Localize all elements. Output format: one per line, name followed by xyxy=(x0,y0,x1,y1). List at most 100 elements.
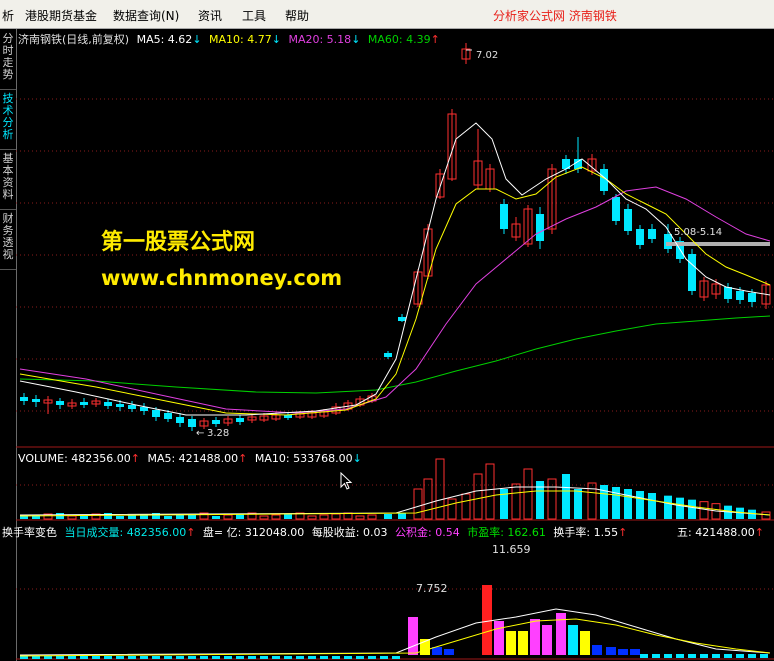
low-arrow-icon: ← xyxy=(196,428,205,439)
volume-bar xyxy=(212,516,220,519)
turnover-bar xyxy=(494,621,504,655)
candle-body xyxy=(636,229,644,245)
candle-body xyxy=(128,405,136,409)
volume-bar xyxy=(485,463,495,520)
turnover-bar xyxy=(344,656,352,659)
volume-bar xyxy=(259,515,269,520)
watermark-url: www.chnmoney.com xyxy=(101,266,343,290)
turnover-bar xyxy=(408,617,418,655)
turnover-bar xyxy=(44,656,52,659)
candle-body xyxy=(176,417,184,423)
turnover-bar xyxy=(688,654,696,658)
tab-technical-analysis[interactable]: 技术分析 xyxy=(0,93,16,150)
ma10-line xyxy=(19,166,771,416)
turnover-bar xyxy=(748,654,756,658)
indicator-info: 换手率变色 当日成交量: 482356.00↑ 盘= 亿: 312048.00 … xyxy=(2,524,631,540)
turnover-bar xyxy=(506,631,516,655)
volume-ma10-line xyxy=(19,490,771,517)
ma20-label: MA20: 5.18↓ xyxy=(288,33,361,46)
candle-body xyxy=(688,254,696,291)
turnover-bar xyxy=(188,656,196,659)
turnover-bar xyxy=(380,656,388,659)
eps-label: 每股收益: 0.03 xyxy=(311,526,388,539)
candle-body xyxy=(80,402,88,405)
turnover-bar xyxy=(356,656,364,659)
volume-bar xyxy=(176,515,184,519)
range-label: 5.08-5.14 xyxy=(674,227,723,238)
candle-body xyxy=(748,293,756,302)
candle-body xyxy=(612,197,620,221)
candle-body xyxy=(188,419,196,427)
cursor-arrow-icon xyxy=(340,472,353,490)
volume-ma10-label: MA10: 533768.00↓ xyxy=(254,452,362,465)
tab-financial[interactable]: 财务透视 xyxy=(0,213,16,270)
volume-bar xyxy=(67,515,77,520)
float-shares-label: 盘= 亿: 312048.00 xyxy=(202,526,305,539)
menu-bar: 析 港股期货基金 数据查询(N) 资讯 工具 帮助 分析家公式网 济南钢铁 xyxy=(0,0,774,29)
pe-label: 市盈率: 162.61 xyxy=(467,526,546,539)
volume-bar xyxy=(664,495,672,519)
turnover-bar xyxy=(580,631,590,655)
volume-ma5-label: MA5: 421488.00↑ xyxy=(147,452,248,465)
chart-title: 济南钢铁(日线,前复权) xyxy=(18,33,130,46)
turnover-bar xyxy=(320,656,328,659)
turnover-bar xyxy=(592,645,602,655)
turnover-bar xyxy=(736,654,744,658)
volume-bar xyxy=(612,487,620,519)
turnover-bar xyxy=(392,656,400,659)
indicator-name: 换手率变色 xyxy=(2,526,57,539)
turnover-bar xyxy=(128,656,136,659)
turnover-bar xyxy=(760,654,768,658)
candle-body xyxy=(624,209,632,231)
turnover-bar xyxy=(664,654,672,658)
turnover-bar xyxy=(518,631,528,655)
candle-body xyxy=(736,291,744,300)
turnover-bar xyxy=(176,656,184,659)
volume-bar xyxy=(435,458,445,520)
volume-bar xyxy=(447,498,457,520)
menu-item-news[interactable]: 资讯 xyxy=(198,7,222,24)
volume-bar xyxy=(699,501,709,520)
turnover-bar xyxy=(272,656,280,659)
turnover-bar xyxy=(284,656,292,659)
tab-basic-info[interactable]: 基本资料 xyxy=(0,153,16,210)
candle-body xyxy=(116,404,124,407)
menu-item-hk-futures-funds[interactable]: 港股期货基金 xyxy=(25,7,97,24)
turnover-bar xyxy=(92,656,100,659)
turnover-bar xyxy=(164,656,172,659)
volume-bar xyxy=(223,514,233,520)
candle-body xyxy=(152,410,160,417)
volume-bar xyxy=(413,488,423,520)
candle-body xyxy=(212,420,220,424)
volume-bar xyxy=(676,497,684,519)
turnover-bar xyxy=(724,654,732,658)
candle-body xyxy=(20,397,28,401)
turnover-bar xyxy=(308,656,316,659)
menu-item-data-query[interactable]: 数据查询(N) xyxy=(113,7,179,24)
ma60-line xyxy=(19,315,771,394)
volume-bar xyxy=(636,491,644,519)
menu-item-tools[interactable]: 工具 xyxy=(242,7,266,24)
turnover-bar xyxy=(676,654,684,658)
menu-item-help[interactable]: 帮助 xyxy=(285,7,309,24)
turnover-bar xyxy=(248,656,256,659)
turnover-bar xyxy=(68,656,76,659)
turnover-bar xyxy=(200,656,208,659)
volume-bar xyxy=(164,516,172,519)
turnover-bar xyxy=(630,649,640,655)
turnover-second-label: 7.752 xyxy=(416,582,448,595)
volume-bar xyxy=(367,514,377,520)
volume-bar xyxy=(271,514,281,520)
volume-bar xyxy=(624,489,632,519)
volume-bar xyxy=(574,489,582,519)
menu-item-analysis[interactable]: 析 xyxy=(2,7,14,24)
ma5-label: MA5: 4.62↓ xyxy=(136,33,202,46)
turnover-bar xyxy=(224,656,232,659)
volume-info: VOLUME: 482356.00↑ MA5: 421488.00↑ MA10:… xyxy=(18,452,366,465)
volume-label: VOLUME: 482356.00↑ xyxy=(18,452,140,465)
volume-bar xyxy=(307,515,317,520)
stock-chart-app: 析 港股期货基金 数据查询(N) 资讯 工具 帮助 分析家公式网 济南钢铁 分时… xyxy=(0,0,774,661)
tab-intraday[interactable]: 分时走势 xyxy=(0,33,16,90)
chart-canvas[interactable] xyxy=(16,29,774,661)
turnover-bar xyxy=(368,656,376,659)
